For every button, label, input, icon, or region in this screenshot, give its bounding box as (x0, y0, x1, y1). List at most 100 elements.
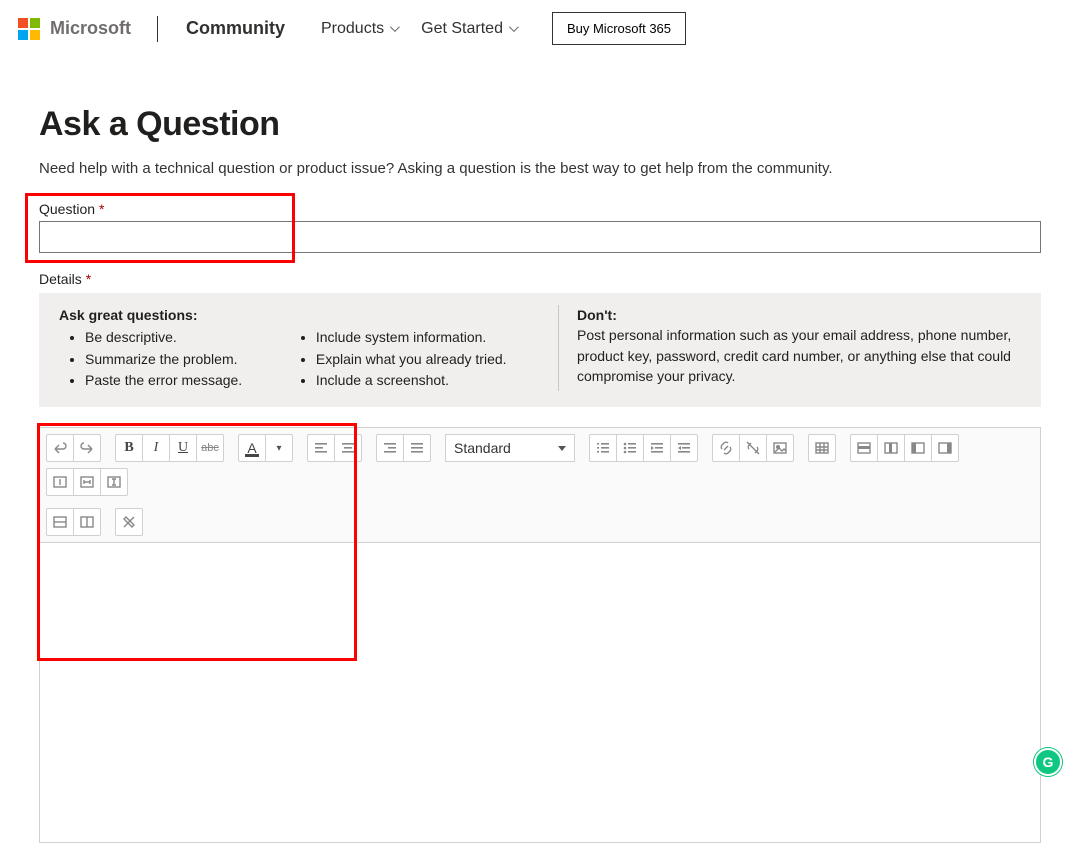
link-button[interactable] (712, 434, 740, 462)
list-item: Include system information. (316, 327, 540, 347)
question-label-text: Question (39, 201, 95, 217)
align-center-button[interactable] (334, 434, 362, 462)
underline-button[interactable]: U (169, 434, 197, 462)
undo-button[interactable] (46, 434, 74, 462)
link-icon (718, 440, 734, 456)
chevron-down-icon (509, 22, 519, 32)
unordered-list-button[interactable] (616, 434, 644, 462)
undo-icon (52, 440, 68, 456)
list-item: Include a screenshot. (316, 370, 540, 390)
clear-formatting-button[interactable] (115, 508, 143, 536)
tips-panel: Ask great questions: Be descriptive. Sum… (39, 293, 1041, 407)
table-icon (814, 440, 830, 456)
nav-community-label: Community (186, 18, 285, 39)
table-delete-col-icon (79, 514, 95, 530)
required-indicator: * (99, 201, 104, 217)
split-cell-v-button[interactable] (100, 468, 128, 496)
indent-icon (649, 440, 665, 456)
image-icon (772, 440, 788, 456)
tips-do-list-a: Be descriptive. Summarize the problem. P… (59, 327, 290, 390)
nav-getstarted-label: Get Started (421, 20, 503, 38)
italic-button[interactable]: I (142, 434, 170, 462)
list-item: Explain what you already tried. (316, 349, 540, 369)
clear-icon (121, 514, 137, 530)
split-cell-v-icon (106, 474, 122, 490)
split-cell-h-button[interactable] (73, 468, 101, 496)
outdent-icon (676, 440, 692, 456)
align-justify-button[interactable] (403, 434, 431, 462)
page-subtitle: Need help with a technical question or p… (39, 160, 1041, 177)
buy-m365-label: Buy Microsoft 365 (567, 21, 671, 36)
ordered-list-icon (595, 440, 611, 456)
required-indicator: * (86, 271, 91, 287)
insert-table-button[interactable] (808, 434, 836, 462)
table-delete-col-button[interactable] (73, 508, 101, 536)
redo-button[interactable] (73, 434, 101, 462)
redo-icon (79, 440, 95, 456)
chevron-down-icon (390, 22, 400, 32)
strikethrough-icon: abc (201, 442, 219, 454)
underline-icon: U (178, 440, 188, 456)
tips-divider (558, 305, 559, 391)
align-justify-icon (409, 440, 425, 456)
grammarly-badge[interactable]: G (1034, 748, 1062, 776)
align-right-button[interactable] (376, 434, 404, 462)
site-header: Microsoft Community Products Get Started… (0, 0, 1080, 65)
table-cell-left-button[interactable] (904, 434, 932, 462)
question-field-group: Question * (39, 201, 1041, 253)
paragraph-style-dropdown[interactable]: Standard (445, 434, 575, 462)
unlink-icon (745, 440, 761, 456)
align-right-icon (382, 440, 398, 456)
tips-dont-column: Don't: Post personal information such as… (577, 305, 1021, 391)
paragraph-style-value: Standard (454, 440, 511, 456)
strikethrough-button[interactable]: abc (196, 434, 224, 462)
color-bar (245, 454, 259, 457)
nav-link-get-started[interactable]: Get Started (409, 14, 528, 44)
nav-products-label: Products (321, 20, 384, 38)
merge-cells-button[interactable] (46, 468, 74, 496)
indent-button[interactable] (643, 434, 671, 462)
page-content: Ask a Question Need help with a technica… (35, 105, 1045, 843)
table-col-button[interactable] (877, 434, 905, 462)
list-item: Paste the error message. (85, 370, 290, 390)
tips-do-heading: Ask great questions: (59, 307, 197, 323)
table-row-icon (856, 440, 872, 456)
bold-icon: B (124, 440, 133, 456)
buy-m365-button[interactable]: Buy Microsoft 365 (552, 12, 686, 45)
details-label: Details * (39, 271, 1041, 287)
table-delete-row-icon (52, 514, 68, 530)
italic-icon: I (154, 440, 159, 456)
table-cell-right-icon (937, 440, 953, 456)
dropdown-caret-icon: ▾ (276, 443, 281, 454)
table-row-button[interactable] (850, 434, 878, 462)
question-label: Question * (39, 201, 1041, 217)
nav-link-community[interactable]: Community (174, 12, 297, 45)
align-left-button[interactable] (307, 434, 335, 462)
grammarly-icon: G (1043, 754, 1054, 770)
table-cell-right-button[interactable] (931, 434, 959, 462)
table-delete-row-button[interactable] (46, 508, 74, 536)
ordered-list-button[interactable] (589, 434, 617, 462)
split-cell-h-icon (79, 474, 95, 490)
font-color-dropdown[interactable]: ▾ (265, 434, 293, 462)
tips-do-column: Ask great questions: Be descriptive. Sum… (59, 305, 540, 391)
merge-cells-icon (52, 474, 68, 490)
image-button[interactable] (766, 434, 794, 462)
align-left-icon (313, 440, 329, 456)
dropdown-caret-icon (558, 446, 566, 451)
details-editor[interactable] (39, 543, 1041, 843)
microsoft-wordmark[interactable]: Microsoft (50, 18, 131, 39)
windows-logo-icon (18, 18, 40, 40)
question-input[interactable] (39, 221, 1041, 253)
bold-button[interactable]: B (115, 434, 143, 462)
table-col-icon (883, 440, 899, 456)
details-label-text: Details (39, 271, 82, 287)
microsoft-logo[interactable] (8, 18, 50, 40)
tips-dont-heading: Don't: (577, 307, 617, 323)
nav-link-products[interactable]: Products (309, 14, 409, 44)
align-center-icon (340, 440, 356, 456)
unlink-button[interactable] (739, 434, 767, 462)
rte-toolbar: B I U abc A ▾ (39, 427, 1041, 543)
font-color-button[interactable]: A (238, 434, 266, 462)
outdent-button[interactable] (670, 434, 698, 462)
